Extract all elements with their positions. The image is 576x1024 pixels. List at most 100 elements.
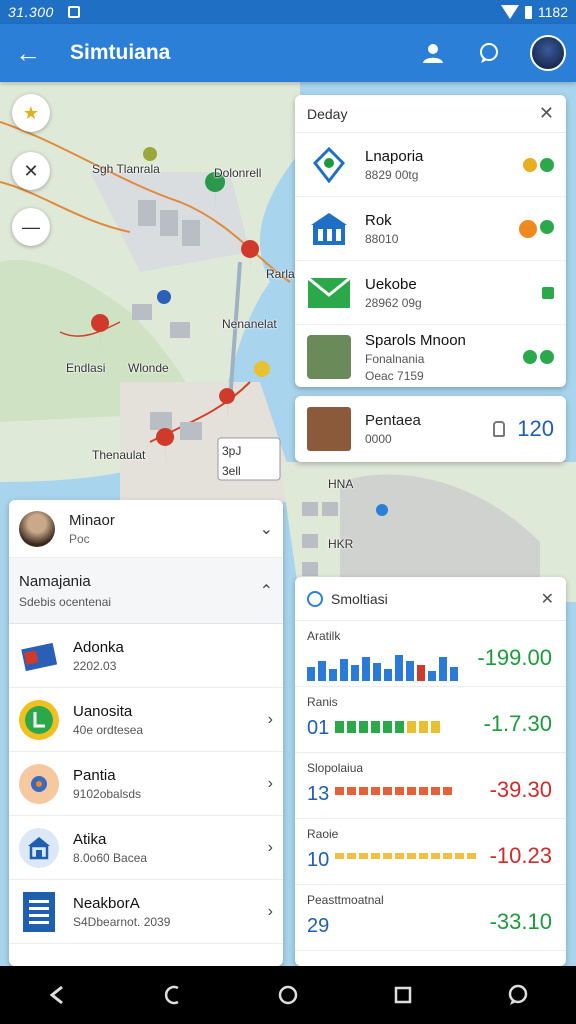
list-item[interactable]: NeakborA S4Dbearnot. 2039 › [9,880,283,944]
stat-left-value: 10 [307,849,330,871]
stat-value: -199.00 [477,645,552,670]
stat-bar [373,663,381,681]
map-label: HKR [328,537,354,551]
section-header[interactable]: Namajania Sdebis ocentenai ⌃ [9,558,283,624]
stats-title: Smoltiasi [331,590,388,607]
map-bubble-text: 3ell [222,464,241,478]
stat-value: -39.30 [489,777,552,802]
stat-bar [450,667,458,681]
back-icon[interactable] [43,980,73,1010]
notification-icon [67,6,80,18]
chevron-down-icon[interactable]: ⌄ [260,519,273,539]
list-item[interactable]: Pantia 9102obalsds › [9,752,283,816]
stat-bar [395,721,404,733]
map-label: Nenanelat [222,317,277,331]
stat-left-value: 29 [307,915,330,937]
stat-bar [318,661,326,681]
list-item[interactable]: Rok 88010 [295,197,566,261]
chat-icon[interactable] [474,38,504,68]
close-icon[interactable]: ✕ [541,589,554,609]
chevron-right-icon[interactable]: › [268,903,273,921]
chevron-right-icon[interactable]: › [268,839,273,857]
stat-bar [347,721,356,733]
stat-row[interactable]: Aratilk -199.00 [295,621,566,687]
stat-row[interactable]: Peasttmoatnal 29 -33.10 [295,885,566,951]
avatar[interactable] [530,35,566,71]
arrow-left-icon[interactable]: ← [0,38,56,69]
map-label: Sgh Tlanrala [92,162,160,176]
stat-bar [335,787,344,795]
status-right-text: 1182 [537,4,568,20]
stat-row[interactable]: Raoie 10 -10.23 [295,819,566,885]
summary-card[interactable]: Pentaea 0000 120 [295,396,566,462]
stat-left-value: 01 [307,717,330,739]
stat-bar [329,669,337,681]
home-icon[interactable] [273,980,303,1010]
stat-row[interactable]: Ranis 01 -1.7.30 [295,687,566,753]
close-icon[interactable]: ✕ [539,103,554,124]
compass-icon[interactable]: — [12,208,50,246]
stat-bar [371,721,380,733]
navigation-icon [19,699,59,740]
stat-bar [335,721,344,733]
undo-icon[interactable] [158,980,188,1010]
home-icon [19,827,59,868]
map-bubble-text: 3pJ [222,444,242,458]
app-bar: ← Simtuiana [0,24,576,82]
stat-bar [335,853,344,859]
stat-bar [359,721,368,733]
stat-bar [395,853,404,859]
assistant-icon[interactable] [503,980,533,1010]
stat-bar [443,787,452,795]
stats-card: Smoltiasi ✕ Aratilk -199.00 Ranis 01 -1.7.30… [295,577,566,966]
stat-row[interactable]: Slopolaiua 13 -39.30 [295,753,566,819]
list-item[interactable]: Sparols Mnoon Fonalnania Oeac 7159 [295,325,566,389]
stat-bar [407,721,416,733]
photo-thumbnail [307,407,351,451]
plane-icon[interactable]: ✕ [12,152,50,190]
stat-label: Peasttmoatnal [307,893,384,907]
list-item[interactable]: Lnaporia 8829 00tg [295,133,566,197]
recents-icon[interactable] [388,980,418,1010]
stat-bar [419,853,428,859]
stat-bar [395,787,404,795]
stat-left-value: 13 [307,783,330,805]
stat-bar [431,721,440,733]
today-title: Deday [307,105,348,122]
stat-bar [384,669,392,681]
list-item[interactable]: Atika 8.0o60 Bacea › [9,816,283,880]
chart-icon [19,636,59,676]
settings-icon [19,763,59,804]
lock-icon [493,421,506,437]
stat-bar [455,853,464,859]
map-label: Endlasi [66,361,106,375]
list-item[interactable]: Uanosita 40e ordtesea › [9,688,283,752]
user-row[interactable]: Minaor Poc ⌄ [9,500,283,558]
stat-bar [443,853,452,859]
stat-value: -33.10 [489,909,552,934]
stat-bar [395,655,403,681]
avatar [19,510,55,547]
list-item[interactable]: Uekobe 28962 09g [295,261,566,325]
stat-bar [347,787,356,795]
chevron-right-icon[interactable]: › [268,775,273,793]
stat-bar [383,787,392,795]
star-icon[interactable]: ★ [12,94,50,132]
stat-bar [419,787,428,795]
list-item[interactable]: Adonka 2202.03 [9,624,283,688]
map-label: Dolonrell [214,166,262,180]
chevron-up-icon[interactable]: ⌃ [260,581,273,601]
stat-bar [407,787,416,795]
stat-bar [362,657,370,681]
stat-bar [428,671,436,681]
building-icon [307,207,351,251]
stat-label: Aratilk [307,629,341,643]
info-icon [307,590,323,607]
wifi-icon [500,5,519,19]
profile-icon[interactable] [418,38,448,68]
map-label: HNA [328,477,354,491]
map-label: Wlonde [128,361,169,375]
battery-icon [524,5,532,19]
stat-label: Raoie [307,827,339,841]
chevron-right-icon[interactable]: › [268,711,273,729]
